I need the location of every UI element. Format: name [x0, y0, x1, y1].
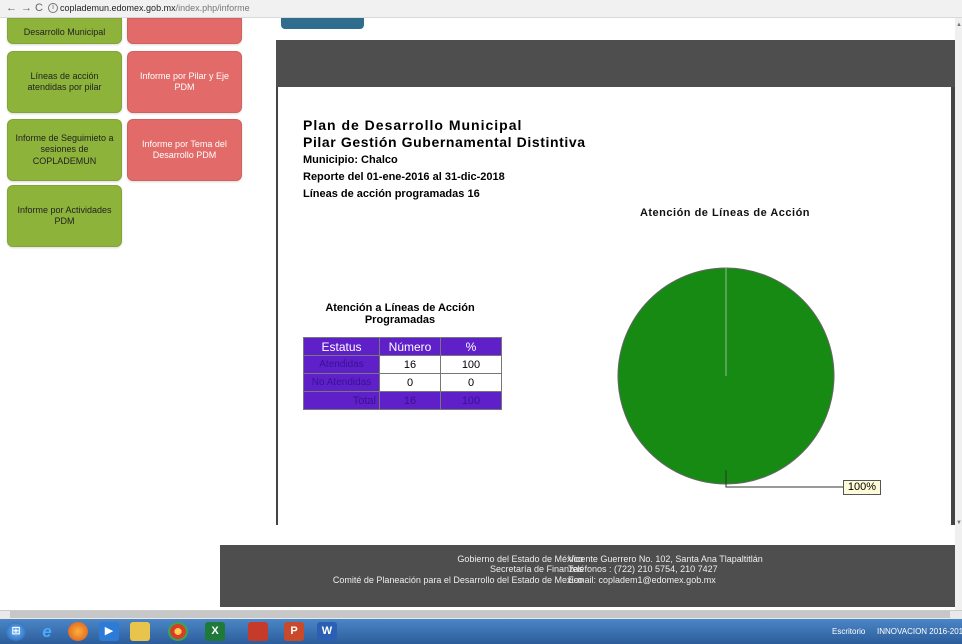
pie-data-label: 100% [843, 480, 881, 495]
desktop-toolbar-label[interactable]: Escritorio [832, 627, 865, 636]
scroll-down-icon[interactable]: ▼ [956, 520, 962, 526]
table-header-row: Estatus Número % [303, 337, 502, 356]
table-cell: Total [303, 391, 380, 410]
table-cell: 16 [379, 391, 441, 410]
tile-informe-tema[interactable]: Informe por Tema del Desarrollo PDM [127, 119, 242, 181]
tile-label: Desarrollo Municipal [23, 27, 106, 37]
report-municipio: Municipio: Chalco [303, 154, 398, 166]
url-path: /index.php/informe [175, 3, 250, 13]
report-pilar: Pilar Gestión Gubernamental Distintiva [303, 134, 586, 150]
url-host: copladem­un.edomex.gob.mx [60, 3, 176, 13]
pie-leader-line [725, 470, 843, 488]
horizontal-scroll-thumb[interactable] [10, 611, 950, 618]
report-title: Plan de Desarrollo Municipal [303, 117, 523, 133]
table-cell: No Atendidas [303, 373, 380, 392]
footer-line: Vicente Guerrero No. 102, Santa Ana Tlap… [568, 554, 763, 564]
tile-desarrollo-municipal[interactable]: Desarrollo Municipal [7, 18, 122, 44]
firefox-icon[interactable] [68, 622, 88, 641]
table-header: Estatus [303, 337, 380, 356]
table-row: No Atendidas 0 0 [303, 373, 502, 392]
table-header: % [440, 337, 502, 356]
back-icon[interactable]: ← [6, 2, 17, 14]
tile-label: Informe por Tema del Desarrollo PDM [142, 138, 227, 160]
browser-address-bar: ← → C i copladem­un.edomex.gob.mx/index.… [0, 0, 962, 18]
table-title: Atención a Líneas de Acción Programadas [325, 302, 475, 326]
word-icon[interactable]: W [317, 622, 337, 641]
table-cell: 100 [440, 355, 502, 374]
tile-informe-pilar-eje[interactable]: Informe por Pilar y Eje PDM [127, 51, 242, 113]
table-cell: Atendidas [303, 355, 380, 374]
table-cell: 0 [379, 373, 441, 392]
info-icon[interactable]: i [48, 3, 58, 13]
report-programadas: Líneas de acción programadas 16 [303, 188, 480, 200]
chrome-icon[interactable] [168, 622, 188, 641]
table-row: Atendidas 16 100 [303, 355, 502, 374]
tile-label: Informe por Pilar y Eje PDM [139, 70, 230, 92]
report-left-border [276, 87, 278, 525]
top-button[interactable] [281, 18, 364, 29]
table-total-row: Total 16 100 [303, 391, 502, 410]
footer-line: Comité de Planeación para el Desarrollo … [332, 574, 583, 585]
table-cell: 100 [440, 391, 502, 410]
folder-icon[interactable] [130, 622, 150, 641]
start-icon[interactable]: ⊞ [6, 622, 26, 641]
reload-icon[interactable]: C [35, 2, 43, 14]
table-cell: 16 [379, 355, 441, 374]
powerpoint-icon[interactable]: P [284, 622, 304, 641]
screen: ← → C i copladem­un.edomex.gob.mx/index.… [0, 0, 962, 644]
forward-icon[interactable]: → [21, 2, 32, 14]
tile-red-top[interactable] [127, 18, 242, 44]
scroll-up-icon[interactable]: ▲ [956, 22, 962, 28]
ie-icon[interactable]: e [37, 622, 57, 641]
tile-label: Líneas de acción atendidas por pilar [27, 70, 102, 92]
footer: Gobierno del Estado de México Secretaría… [220, 545, 955, 607]
taskbar-window-label[interactable]: INNOVACION 2016-2018 2... [877, 627, 962, 636]
footer-line: E-mail: copladem1@edomex.gob.mx [568, 574, 716, 585]
pie-chart [617, 267, 835, 485]
report-header-bar [276, 40, 955, 87]
table-header: Número [379, 337, 441, 356]
chart-title: Atención de Líneas de Acción [639, 207, 811, 219]
footer-left: Gobierno del Estado de México Secretaría… [333, 554, 583, 585]
footer-line: Secretaría de Finanzas [489, 564, 583, 575]
tile-label: Informe de Seguimieto a sesiones de COPL… [15, 133, 114, 166]
footer-line: Gobierno del Estado de México [457, 554, 583, 564]
media-icon[interactable]: ▶ [99, 622, 119, 641]
footer-line: Teléfonos : (722) 210 5754, 210 7427 [568, 564, 718, 575]
vertical-scrollbar[interactable] [955, 18, 962, 618]
tile-lineas-accion-pilar[interactable]: Líneas de acción atendidas por pilar [7, 51, 122, 113]
tile-label: Informe por Actividades PDM [17, 204, 112, 226]
status-table: Estatus Número % Atendidas 16 100 No Ate… [303, 337, 502, 410]
tile-informe-seguimiento[interactable]: Informe de Seguimieto a sesiones de COPL… [7, 119, 122, 181]
footer-right: Vicente Guerrero No. 102, Santa Ana Tlap… [568, 554, 763, 585]
report-periodo: Reporte del 01-ene-2016 al 31-dic-2018 [303, 171, 505, 183]
tile-informe-actividades[interactable]: Informe por Actividades PDM [7, 185, 122, 247]
excel-icon[interactable]: X [205, 622, 225, 641]
table-cell: 0 [440, 373, 502, 392]
acrobat-icon[interactable] [248, 622, 268, 641]
url-field[interactable]: copladem­un.edomex.gob.mx/index.php/info… [60, 3, 250, 13]
